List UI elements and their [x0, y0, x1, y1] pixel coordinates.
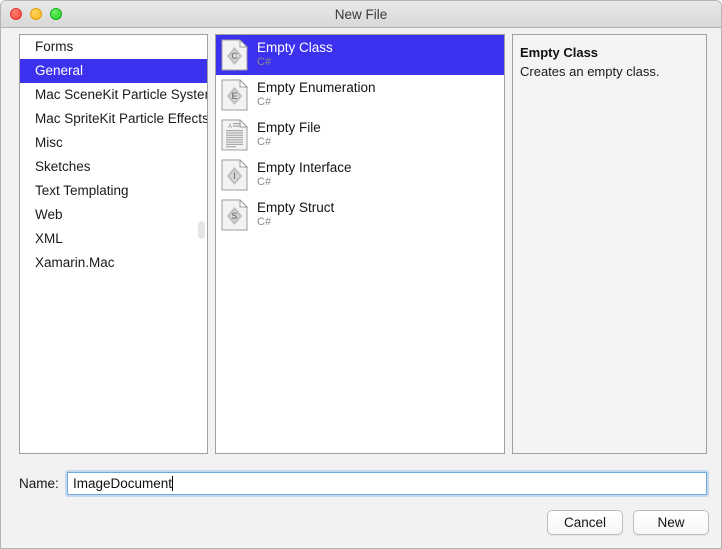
- template-item-subtitle: C#: [257, 136, 272, 149]
- category-item[interactable]: Mac SpriteKit Particle Effects: [20, 107, 207, 131]
- category-item[interactable]: Web: [20, 203, 207, 227]
- name-label: Name:: [19, 475, 59, 491]
- template-item-title: Empty File: [257, 120, 321, 136]
- name-row: Name: ImageDocument: [1, 468, 721, 498]
- category-item-label: Mac SpriteKit Particle Effects: [35, 111, 207, 126]
- category-item[interactable]: Forms: [20, 35, 207, 59]
- category-item-label: Web: [35, 207, 63, 222]
- enum-file-icon: E: [221, 78, 249, 111]
- svg-text:E: E: [231, 91, 237, 101]
- category-item[interactable]: Text Templating: [20, 179, 207, 203]
- category-item-label: Mac SceneKit Particle System: [35, 87, 207, 102]
- window-titlebar: New File: [1, 1, 721, 28]
- svg-text:C: C: [231, 51, 238, 61]
- dialog-body: Forms General Mac SceneKit Particle System…: [1, 28, 721, 548]
- category-item-label: General: [35, 63, 84, 78]
- category-item[interactable]: XML: [20, 227, 207, 251]
- template-item-text: Empty Enumeration C#: [257, 80, 376, 109]
- dialog-button-row: Cancel New: [547, 510, 709, 535]
- new-file-dialog-window: New File Forms General Mac SceneKit Partic…: [0, 0, 722, 549]
- template-item-title: Empty Struct: [257, 200, 335, 216]
- svg-text:S: S: [231, 211, 237, 221]
- template-item[interactable]: E Empty Enumeration C#: [216, 75, 504, 115]
- category-item-label: Text Templating: [35, 183, 129, 198]
- template-item-text: Empty Interface C#: [257, 160, 352, 189]
- category-item[interactable]: General: [20, 59, 207, 83]
- category-scrollbar-thumb[interactable]: [198, 221, 205, 239]
- category-item-label: Xamarin.Mac: [35, 255, 115, 270]
- template-item[interactable]: A Empty File C#: [216, 115, 504, 155]
- template-item-text: Empty Class C#: [257, 40, 333, 69]
- template-item-text: Empty Struct C#: [257, 200, 335, 229]
- description-panel: Empty Class Creates an empty class.: [512, 34, 707, 454]
- cancel-button[interactable]: Cancel: [547, 510, 623, 535]
- template-item[interactable]: I Empty Interface C#: [216, 155, 504, 195]
- description-title: Empty Class: [520, 45, 599, 60]
- category-list-panel[interactable]: Forms General Mac SceneKit Particle System…: [19, 34, 208, 454]
- template-item-title: Empty Class: [257, 40, 333, 56]
- window-title: New File: [334, 7, 388, 22]
- text-caret: [172, 475, 174, 491]
- template-list-panel[interactable]: C Empty Class C# E Empty Enumeration C# A Empty…: [215, 34, 505, 454]
- category-item[interactable]: Mac SceneKit Particle System: [20, 83, 207, 107]
- svg-text:I: I: [233, 171, 236, 181]
- category-item[interactable]: Sketches: [20, 155, 207, 179]
- text-file-icon: A: [221, 118, 249, 151]
- category-item-label: Sketches: [35, 159, 91, 174]
- template-item-subtitle: C#: [257, 176, 272, 189]
- new-button[interactable]: New: [633, 510, 709, 535]
- template-item-text: Empty File C#: [257, 120, 321, 149]
- class-file-icon: C: [221, 38, 249, 71]
- svg-text:A: A: [228, 124, 232, 130]
- interface-file-icon: I: [221, 158, 249, 191]
- template-item-subtitle: C#: [257, 216, 272, 229]
- template-list: C Empty Class C# E Empty Enumeration C# A Empty…: [216, 35, 504, 235]
- template-item-title: Empty Interface: [257, 160, 352, 176]
- name-input[interactable]: ImageDocument: [67, 471, 707, 495]
- category-item-label: XML: [35, 231, 63, 246]
- template-item[interactable]: S Empty Struct C#: [216, 195, 504, 235]
- name-input-value: ImageDocument: [73, 475, 173, 491]
- template-item[interactable]: C Empty Class C#: [216, 35, 504, 75]
- category-list: Forms General Mac SceneKit Particle System…: [20, 35, 207, 275]
- category-item-label: Misc: [35, 135, 63, 150]
- description-body: Creates an empty class.: [520, 64, 660, 79]
- template-item-title: Empty Enumeration: [257, 80, 376, 96]
- struct-file-icon: S: [221, 198, 249, 231]
- template-item-subtitle: C#: [257, 96, 272, 109]
- template-item-subtitle: C#: [257, 56, 272, 69]
- category-item-label: Forms: [35, 39, 74, 54]
- category-item[interactable]: Xamarin.Mac: [20, 251, 207, 275]
- category-item[interactable]: Misc: [20, 131, 207, 155]
